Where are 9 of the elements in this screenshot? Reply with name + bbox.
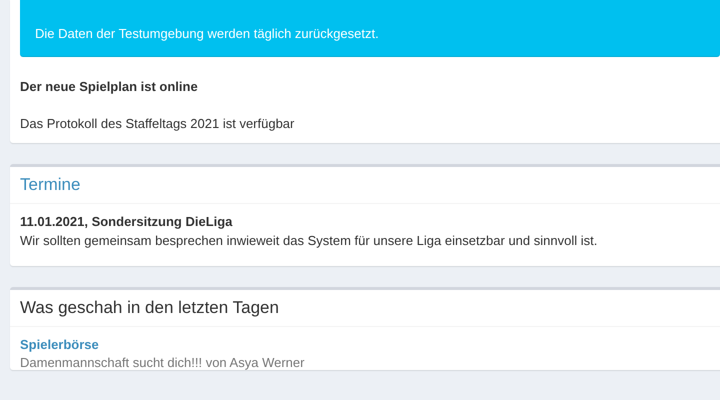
alert-text: Die Daten der Testumgebung werden täglich zurückgesetzt. bbox=[35, 26, 379, 41]
card-title: Termine bbox=[10, 167, 720, 204]
appointment-text: Wir sollten gemeinsam besprechen inwieweit das System für unsere Liga einsetzbar und sinnvoll ist. bbox=[20, 233, 598, 248]
appointment-heading: 11.01.2021, Sondersitzung DieLiga bbox=[20, 214, 234, 229]
activity-text: Damenmannschaft sucht dich!!! von Asya Werner bbox=[20, 355, 306, 370]
news-item: Der neue Spielplan ist online bbox=[20, 79, 199, 94]
news-item: Das Protokoll des Staffeltags 2021 ist verfügbar bbox=[20, 116, 296, 131]
card-title: Was geschah in den letzten Tagen bbox=[10, 290, 720, 327]
activity-link[interactable]: Spielerbörse bbox=[20, 337, 99, 352]
